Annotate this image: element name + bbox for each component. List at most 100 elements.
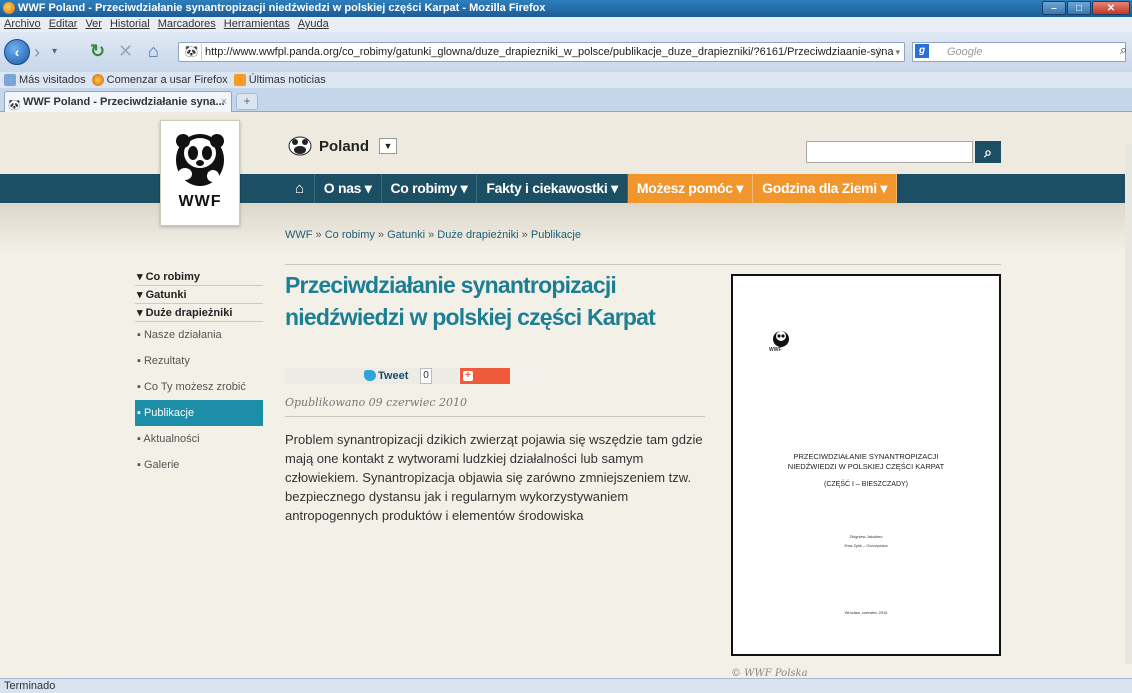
menu-ver[interactable]: Ver [85,17,102,32]
close-tab-icon[interactable]: × [221,92,227,112]
forward-button[interactable]: › [34,42,40,62]
url-text: http://www.wwfpl.panda.org/co_robimy/gat… [205,46,894,58]
tab-wwf-poland[interactable]: 🐼 WWF Poland - Przeciwdziałanie syna... … [4,91,232,112]
nav-o-nas[interactable]: O nas ▾ [315,174,382,203]
nav-co-robimy[interactable]: Co robimy ▾ [382,174,478,203]
cover-title-line-1: PRZECIWDZIAŁANIE SYNANTROPIZACJI [793,452,939,461]
web-search-box[interactable]: g Google [912,42,1126,62]
sidebar-item-co-ty-mozesz-zrobic[interactable]: ▪ Co Ty możesz zrobić [135,374,263,400]
bookmark-label: Comenzar a usar Firefox [106,74,228,86]
google-engine-icon[interactable]: g [915,44,929,58]
minimize-button[interactable]: – [1042,1,1066,15]
bookmark-label: Últimas noticias [248,74,326,86]
wwf-logo[interactable]: WWF [160,120,240,226]
web-search-placeholder: Google [947,46,983,58]
navigation-toolbar: ‹ › ▾ ↻ ✕ ⌂ 🐼 http://www.wwfpl.panda.org… [0,32,1132,72]
breadcrumb: WWF » Co robimy » Gatunki » Duże drapież… [285,229,581,241]
tweet-button[interactable]: Tweet [364,369,408,383]
most-visited-icon [4,74,16,86]
url-dropdown-icon[interactable]: ▾ [895,43,900,61]
firefox-icon [3,2,15,14]
menu-herramientas[interactable]: Herramientas [224,17,290,32]
scrollbar[interactable] [1125,144,1132,664]
stop-icon[interactable]: ✕ [118,41,133,61]
firefox-icon [91,74,104,86]
publication-cover[interactable]: WWF PRZECIWDZIAŁANIE SYNANTROPIZACJI NIE… [731,274,1001,656]
breadcrumb-duze-drapiezniki[interactable]: Duże drapieżniki [437,229,518,241]
bookmark-ultimas-noticias[interactable]: Últimas noticias [233,72,326,88]
window-controls: – □ ✕ [1042,1,1130,15]
sidebar-item-rezultaty[interactable]: ▪ Rezultaty [135,348,263,374]
breadcrumb-co-robimy[interactable]: Co robimy [325,229,375,241]
breadcrumb-gatunki[interactable]: Gatunki [387,229,425,241]
nav-godzina-dla-ziemi[interactable]: Godzina dla Ziemi ▾ [753,174,898,203]
page-title: Przeciwdziałanie synantropizacji niedźwi… [285,272,656,330]
cover-authors: Zbigniew Jakubiec Ewa Zyśk – Gorczyńska [733,532,999,550]
sidebar-item-nasze-dzialania[interactable]: ▪ Nasze działania [135,322,263,348]
menu-marcadores[interactable]: Marcadores [158,17,216,32]
menu-editar[interactable]: Editar [49,17,78,32]
cover-author-1: Zbigniew Jakubiec [849,534,883,539]
menu-bar: Archivo Editar Ver Historial Marcadores … [0,17,1132,32]
content-divider [285,416,705,417]
nav-fakty[interactable]: Fakty i ciekawostki ▾ [477,174,628,203]
country-dropdown-icon[interactable]: ▼ [379,138,398,154]
main-navigation: ⌂ O nas ▾ Co robimy ▾ Fakty i ciekawostk… [285,174,898,203]
menu-ayuda[interactable]: Ayuda [298,17,329,32]
nav-mozesz-pomoc[interactable]: Możesz pomóc ▾ [627,174,754,203]
new-tab-button[interactable]: + [236,93,258,110]
published-date: Opublikowano 09 czerwiec 2010 [285,396,467,409]
share-more-button[interactable]: + [460,368,510,384]
sidebar-header-gatunki[interactable]: ▾ Gatunki [135,286,263,304]
back-button[interactable]: ‹ [4,39,30,65]
bookmark-label: Más visitados [19,74,86,86]
content-divider [285,264,1001,265]
tab-label: WWF Poland - Przeciwdziałanie syna... [23,96,225,108]
close-button[interactable]: ✕ [1092,1,1130,15]
bookmarks-toolbar: Más visitados Comenzar a usar Firefox Úl… [0,72,1132,88]
menu-historial[interactable]: Historial [110,17,150,32]
bookmark-star-icon[interactable]: ☆ [874,43,884,61]
breadcrumb-separator: » [315,229,322,241]
tweet-count: 0 [420,368,432,384]
panda-globe-icon [288,136,312,156]
sidebar-header-co-robimy[interactable]: ▾ Co robimy [135,268,263,286]
article-body: Problem synantropizacji dzikich zwierząt… [285,432,703,523]
site-identity-icon[interactable]: 🐼 [182,44,202,60]
status-text: Terminado [4,680,56,692]
country-selector[interactable]: Poland ▼ [287,135,398,157]
country-name: Poland [319,137,370,155]
breadcrumb-wwf[interactable]: WWF [285,229,312,241]
cover-title: PRZECIWDZIAŁANIE SYNANTROPIZACJI NIEDŹWI… [733,452,999,472]
image-copyright: © WWF Polska [731,668,808,678]
sidebar-header-duze-drapiezniki[interactable]: ▾ Duże drapieżniki [135,304,263,322]
bookmark-mas-visitados[interactable]: Más visitados [4,72,86,88]
sidebar-item-label: Galerie [143,459,180,471]
site-search-input[interactable] [806,141,973,163]
page-viewport: WWF Poland ▼ ⌕ ⌂ O nas ▾ Co robimy ▾ Fak… [0,112,1132,678]
side-navigation: ▾ Co robimy ▾ Gatunki ▾ Duże drapieżniki… [135,268,263,478]
plus-icon: + [463,371,473,381]
maximize-button[interactable]: □ [1067,1,1091,15]
cover-logo-text: WWF [769,347,782,353]
cover-place-date: Wrocław, czerwiec 2010 [844,610,888,615]
history-dropdown-icon[interactable]: ▾ [52,42,57,62]
breadcrumb-separator: » [521,229,528,241]
sidebar-item-label: Co Ty możesz zrobić [143,381,246,393]
sidebar-item-publikacje[interactable]: ▪ Publikacje [135,400,263,426]
site-search-button[interactable]: ⌕ [975,141,1001,163]
nav-home-icon[interactable]: ⌂ [285,174,315,203]
reload-icon[interactable]: ↻ [90,41,105,61]
search-icon[interactable]: ⌕ [1120,42,1127,58]
sidebar-item-galerie[interactable]: ▪ Galerie [135,452,263,478]
sidebar-item-label: Nasze działania [143,329,222,341]
sidebar-item-aktualnosci[interactable]: ▪ Aktualności [135,426,263,452]
home-icon[interactable]: ⌂ [148,41,159,61]
panda-logo-icon [176,134,224,186]
breadcrumb-separator: » [377,229,385,241]
tab-bar: 🐼 WWF Poland - Przeciwdziałanie syna... … [0,88,1132,112]
menu-archivo[interactable]: Archivo [4,17,41,32]
url-bar[interactable]: 🐼 http://www.wwfpl.panda.org/co_robimy/g… [178,42,905,62]
breadcrumb-publikacje[interactable]: Publikacje [531,229,581,241]
bookmark-comenzar[interactable]: Comenzar a usar Firefox [91,72,228,88]
